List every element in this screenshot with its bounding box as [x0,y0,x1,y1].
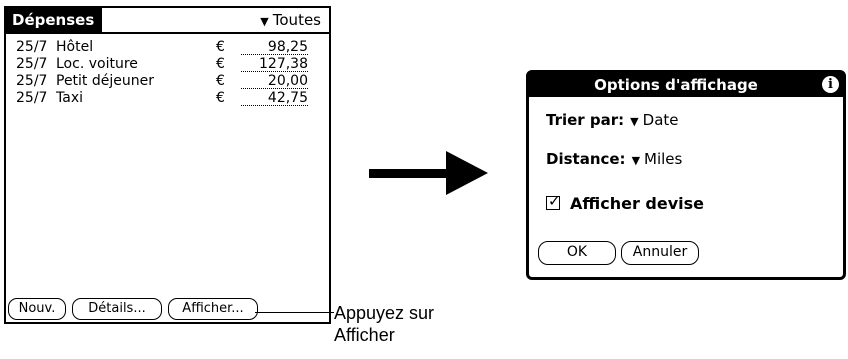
show-currency-checkbox[interactable]: Afficher devise [546,191,705,214]
list-item[interactable]: 25/7 Hôtel € 98,25 [16,39,323,56]
callout-line [255,312,334,313]
info-icon[interactable]: i [822,76,839,93]
details-button[interactable]: Détails... [72,298,162,320]
category-picker[interactable]: ▼ Toutes [260,8,321,32]
currency-symbol: € [216,39,225,55]
callout-line-1: Appuyez sur [334,303,435,323]
expense-list: 25/7 Hôtel € 98,25 25/7 Loc. voiture € 1… [16,39,323,107]
triangle-down-icon: ▼ [631,154,641,167]
sort-by-row: Trier par: ▼ Date [546,110,679,132]
expense-description: Taxi [56,90,83,106]
sort-by-label: Trier par: [546,111,625,129]
show-currency-label: Afficher devise [570,194,705,213]
arrow-head [446,151,488,195]
list-item[interactable]: 25/7 Taxi € 42,75 [16,90,323,107]
expense-description: Hôtel [56,39,94,55]
arrow-shaft [369,169,446,178]
expense-amount[interactable]: 127,38 [241,56,308,72]
screen-title: Dépenses [6,8,103,32]
expense-date: 25/7 [16,90,48,106]
expense-description: Loc. voiture [56,56,138,72]
new-button[interactable]: Nouv. [8,298,66,320]
expense-list-screen: Dépenses ▼ Toutes 25/7 Hôtel € 98,25 25/7… [4,6,331,324]
expense-amount[interactable]: 98,25 [241,39,308,55]
callout-text: Appuyez sur Afficher [334,302,434,346]
currency-symbol: € [216,56,225,72]
sort-by-picker[interactable]: Date [643,111,679,129]
distance-label: Distance: [546,150,626,168]
cancel-button[interactable]: Annuler [621,241,699,265]
display-options-dialog: Options d'affichage i Trier par: ▼ Date Di… [526,70,846,280]
expense-amount[interactable]: 20,00 [241,73,308,89]
dialog-title: Options d'affichage [529,73,843,97]
callout-line-2: Afficher [334,325,395,345]
list-item[interactable]: 25/7 Petit déjeuner € 20,00 [16,73,323,90]
list-item[interactable]: 25/7 Loc. voiture € 127,38 [16,56,323,73]
expense-date: 25/7 [16,56,48,72]
expense-date: 25/7 [16,73,48,89]
title-bar: Dépenses ▼ Toutes [6,8,329,34]
currency-symbol: € [216,90,225,106]
ok-button[interactable]: OK [538,241,616,265]
show-button[interactable]: Afficher... [168,298,258,320]
expense-description: Petit déjeuner [56,73,154,89]
expense-amount[interactable]: 42,75 [241,90,308,106]
expense-date: 25/7 [16,39,48,55]
checkbox-checked-icon [546,191,561,211]
category-label: Toutes [272,11,321,29]
currency-symbol: € [216,73,225,89]
distance-picker[interactable]: Miles [644,150,682,168]
distance-row: Distance: ▼ Miles [546,149,682,171]
triangle-down-icon: ▼ [260,15,269,28]
triangle-down-icon: ▼ [630,115,639,128]
